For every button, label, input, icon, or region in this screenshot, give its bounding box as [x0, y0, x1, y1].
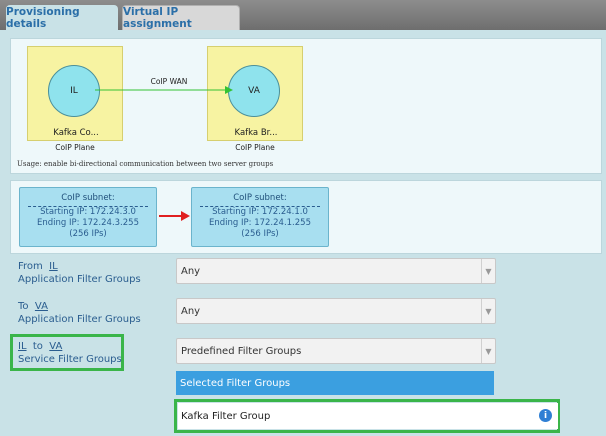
service-label: Service Filter Groups [18, 354, 122, 365]
select-value: Any [181, 305, 201, 317]
selected-filter-groups-header: Selected Filter Groups [176, 371, 494, 395]
tab-virtual-ip-assignment[interactable]: Virtual IP assignment [122, 5, 240, 30]
to-prefix: To [18, 301, 29, 312]
select-value: Predefined Filter Groups [181, 345, 302, 357]
from-group[interactable]: IL [49, 261, 58, 272]
subnet-end: Ending IP: 172.24.1.255 [209, 218, 311, 228]
filter-item-label: Kafka Filter Group [181, 410, 271, 422]
service-filter-select[interactable]: Predefined Filter Groups ▼ [176, 338, 496, 364]
info-icon[interactable]: i [539, 409, 552, 422]
subnet-end: Ending IP: 172.24.3.255 [37, 218, 139, 228]
service-conj: to [32, 341, 43, 352]
subnet-panel: CoIP subnet: Starting IP: 172.24.3.0 End… [10, 180, 602, 254]
tab-bar: Provisioning details Virtual IP assignme… [0, 0, 606, 30]
subnet-start: Starting IP: 172.24.3.0 [40, 207, 136, 217]
tab-provisioning-details[interactable]: Provisioning details [6, 5, 118, 30]
subnet-arrow [159, 211, 190, 221]
subnet-title: CoIP subnet: [200, 188, 320, 207]
from-application-filter-select[interactable]: Any ▼ [176, 258, 496, 284]
to-group[interactable]: VA [35, 301, 48, 312]
subnet-count: (256 IPs) [241, 229, 279, 239]
from-prefix: From [18, 261, 43, 272]
to-filter-label: To VA Application Filter Groups [18, 300, 141, 326]
selected-filter-item[interactable]: Kafka Filter Group i [178, 403, 558, 429]
to-label: Application Filter Groups [18, 314, 141, 325]
select-value: Any [181, 265, 201, 277]
wan-link-arrow [95, 86, 233, 94]
from-filter-label: From IL Application Filter Groups [18, 260, 141, 286]
topology-diagram: IL Kafka Co... CoIP Plane VA Kafka Br...… [10, 38, 602, 174]
subnet-start: Starting IP: 172.24.1.0 [212, 207, 308, 217]
service-from-group[interactable]: IL [18, 341, 27, 352]
chevron-down-icon[interactable]: ▼ [481, 339, 495, 363]
chevron-down-icon[interactable]: ▼ [481, 259, 495, 283]
service-filter-label: IL to VA Service Filter Groups [18, 340, 122, 366]
from-label: Application Filter Groups [18, 274, 141, 285]
subnet-box-target: CoIP subnet: Starting IP: 172.24.1.0 End… [191, 187, 329, 247]
subnet-count: (256 IPs) [69, 229, 107, 239]
subnet-title: CoIP subnet: [28, 188, 148, 207]
service-to-group[interactable]: VA [49, 341, 62, 352]
subnet-box-source: CoIP subnet: Starting IP: 172.24.3.0 End… [19, 187, 157, 247]
to-application-filter-select[interactable]: Any ▼ [176, 298, 496, 324]
usage-text: Usage: enable bi-directional communicati… [17, 160, 274, 168]
chevron-down-icon[interactable]: ▼ [481, 299, 495, 323]
